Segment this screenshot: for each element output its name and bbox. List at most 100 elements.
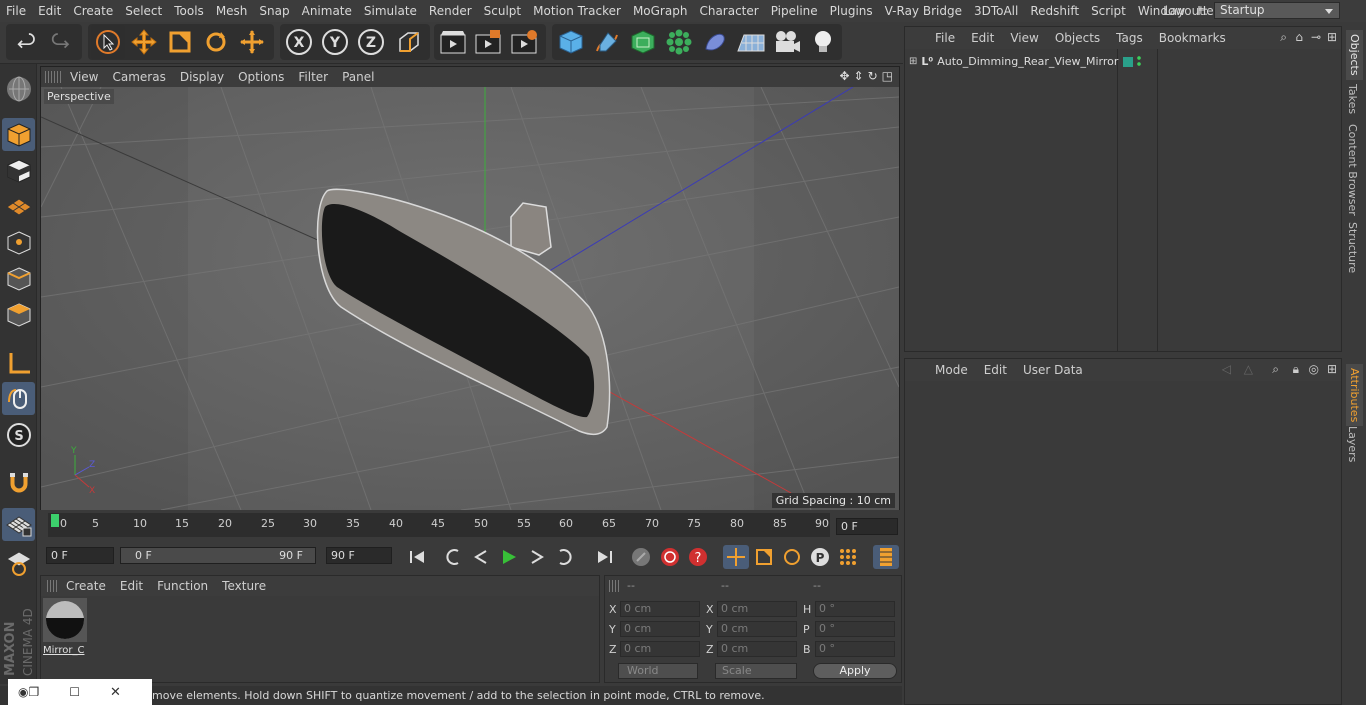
coord-pos-y-field[interactable]: 0 cm xyxy=(620,621,700,637)
go-to-start-icon[interactable] xyxy=(404,545,430,569)
menu-3dtoall[interactable]: 3DToAll xyxy=(968,0,1024,22)
light-icon[interactable] xyxy=(806,25,840,59)
timeline-ruler[interactable]: 0 5 10 15 20 25 30 35 40 45 50 55 60 65 … xyxy=(48,513,830,537)
go-to-end-icon[interactable] xyxy=(592,545,618,569)
attribute-menu-user-data[interactable]: User Data xyxy=(1015,363,1091,377)
attribute-up-icon[interactable]: △ xyxy=(1244,362,1253,376)
polygon-mode-icon[interactable] xyxy=(2,298,35,331)
coord-size-mode-dropdown[interactable]: Scale xyxy=(715,663,797,679)
material-menu-edit[interactable]: Edit xyxy=(113,579,150,593)
menu-character[interactable]: Character xyxy=(693,0,764,22)
coord-rot-h-field[interactable]: 0 ° xyxy=(815,601,895,617)
tab-attributes[interactable]: Attributes xyxy=(1346,364,1363,427)
viewport-canvas[interactable]: Y Z X Perspective Grid Spacing : 10 cm xyxy=(41,87,899,510)
snap-magnet-icon[interactable] xyxy=(2,466,35,499)
previous-frame-icon[interactable] xyxy=(468,545,494,569)
tab-layers[interactable]: Layers xyxy=(1346,426,1359,462)
object-link-icon[interactable]: ⊸ xyxy=(1311,30,1321,44)
record-keys-disabled-icon[interactable] xyxy=(628,545,654,569)
menu-animate[interactable]: Animate xyxy=(296,0,358,22)
key-parameter-icon[interactable]: P xyxy=(807,545,833,569)
menu-plugins[interactable]: Plugins xyxy=(824,0,879,22)
z-axis-lock-icon[interactable]: Z xyxy=(354,25,388,59)
end-frame-field[interactable]: 90 F xyxy=(326,547,392,564)
object-menu-bookmarks[interactable]: Bookmarks xyxy=(1151,31,1234,45)
viewport-menu-cameras[interactable]: Cameras xyxy=(105,70,172,84)
viewport-menu-options[interactable]: Options xyxy=(231,70,291,84)
menu-mesh[interactable]: Mesh xyxy=(210,0,254,22)
viewport-rotate-icon[interactable]: ↻ xyxy=(868,69,878,83)
timeline-window-icon[interactable] xyxy=(873,545,899,569)
live-selection-icon[interactable] xyxy=(91,25,125,59)
menu-snap[interactable]: Snap xyxy=(253,0,295,22)
pen-spline-icon[interactable] xyxy=(590,25,624,59)
coord-pos-x-field[interactable]: 0 cm xyxy=(620,601,700,617)
object-menu-objects[interactable]: Objects xyxy=(1047,31,1108,45)
menu-select[interactable]: Select xyxy=(119,0,168,22)
tab-content-browser[interactable]: Content Browser xyxy=(1346,124,1359,216)
material-menu-function[interactable]: Function xyxy=(150,579,215,593)
cube-icon[interactable] xyxy=(554,25,588,59)
record-active-icon[interactable] xyxy=(657,545,683,569)
visibility-dots-icon[interactable] xyxy=(1137,55,1141,67)
floor-icon[interactable] xyxy=(734,25,768,59)
object-home-icon[interactable]: ⌂ xyxy=(1295,30,1303,44)
viewport-menu-display[interactable]: Display xyxy=(173,70,231,84)
previous-keyframe-icon[interactable] xyxy=(440,545,466,569)
next-frame-icon[interactable] xyxy=(524,545,550,569)
current-frame-field[interactable]: 0 F xyxy=(836,518,898,535)
key-scale-icon[interactable] xyxy=(751,545,777,569)
object-row[interactable]: ⊞ L⁰ Auto_Dimming_Rear_View_Mirror xyxy=(909,53,1118,69)
menu-file[interactable]: File xyxy=(0,0,32,22)
object-search-icon[interactable]: ⌕ xyxy=(1280,30,1287,45)
texture-mode-icon[interactable] xyxy=(2,154,35,187)
layer-color-swatch[interactable] xyxy=(1123,57,1133,67)
coord-rot-p-field[interactable]: 0 ° xyxy=(815,621,895,637)
object-menu-file[interactable]: File xyxy=(927,31,963,45)
layout-dropdown[interactable]: Startup xyxy=(1214,2,1340,19)
render-view-icon[interactable] xyxy=(436,25,470,59)
autokey-help-icon[interactable]: ? xyxy=(685,545,711,569)
coord-size-z-field[interactable]: 0 cm xyxy=(717,641,797,657)
object-add-panel-icon[interactable]: ⊞ xyxy=(1327,30,1337,44)
workplane-icon[interactable] xyxy=(2,190,35,223)
coordinate-system-icon[interactable] xyxy=(392,25,426,59)
cinema4d-restore-icon[interactable]: ◉❐ xyxy=(18,685,39,699)
make-editable-icon[interactable] xyxy=(2,72,35,105)
material-menu-texture[interactable]: Texture xyxy=(215,579,273,593)
key-position-icon[interactable] xyxy=(723,545,749,569)
menu-edit[interactable]: Edit xyxy=(32,0,67,22)
material-menu-create[interactable]: Create xyxy=(59,579,113,593)
edge-mode-icon[interactable] xyxy=(2,262,35,295)
viewport-pan-icon[interactable]: ✥ xyxy=(839,69,849,83)
model-mode-icon[interactable] xyxy=(2,118,35,151)
viewport-dolly-icon[interactable]: ⇕ xyxy=(854,69,864,83)
menu-script[interactable]: Script xyxy=(1085,0,1132,22)
tweak-mode-icon[interactable] xyxy=(2,382,35,415)
frame-range-slider[interactable]: 0 F 90 F xyxy=(120,547,316,564)
next-keyframe-icon[interactable] xyxy=(552,545,578,569)
coord-space-dropdown[interactable]: World xyxy=(618,663,698,679)
expand-icon[interactable]: ⊞ xyxy=(909,56,917,67)
cloner-icon[interactable] xyxy=(662,25,696,59)
deformer-icon[interactable] xyxy=(698,25,732,59)
play-forward-icon[interactable] xyxy=(496,545,522,569)
viewport-menu-panel[interactable]: Panel xyxy=(335,70,381,84)
object-menu-edit[interactable]: Edit xyxy=(963,31,1002,45)
material-swatch[interactable]: Mirror_C xyxy=(43,598,87,658)
object-menu-view[interactable]: View xyxy=(1002,31,1046,45)
redo-icon[interactable] xyxy=(45,25,79,59)
tab-structure[interactable]: Structure xyxy=(1346,222,1359,273)
solo-mode-icon[interactable]: S xyxy=(2,418,35,451)
menu-sculpt[interactable]: Sculpt xyxy=(478,0,527,22)
move-icon[interactable] xyxy=(127,25,161,59)
close-icon[interactable]: ✕ xyxy=(110,685,121,700)
coord-rot-b-field[interactable]: 0 ° xyxy=(815,641,895,657)
scale-icon[interactable] xyxy=(163,25,197,59)
coord-pos-z-field[interactable]: 0 cm xyxy=(620,641,700,657)
undo-icon[interactable] xyxy=(9,25,43,59)
object-name[interactable]: Auto_Dimming_Rear_View_Mirror xyxy=(937,55,1118,68)
playhead[interactable] xyxy=(51,514,59,527)
render-picture-viewer-icon[interactable] xyxy=(471,25,505,59)
menu-create[interactable]: Create xyxy=(67,0,119,22)
